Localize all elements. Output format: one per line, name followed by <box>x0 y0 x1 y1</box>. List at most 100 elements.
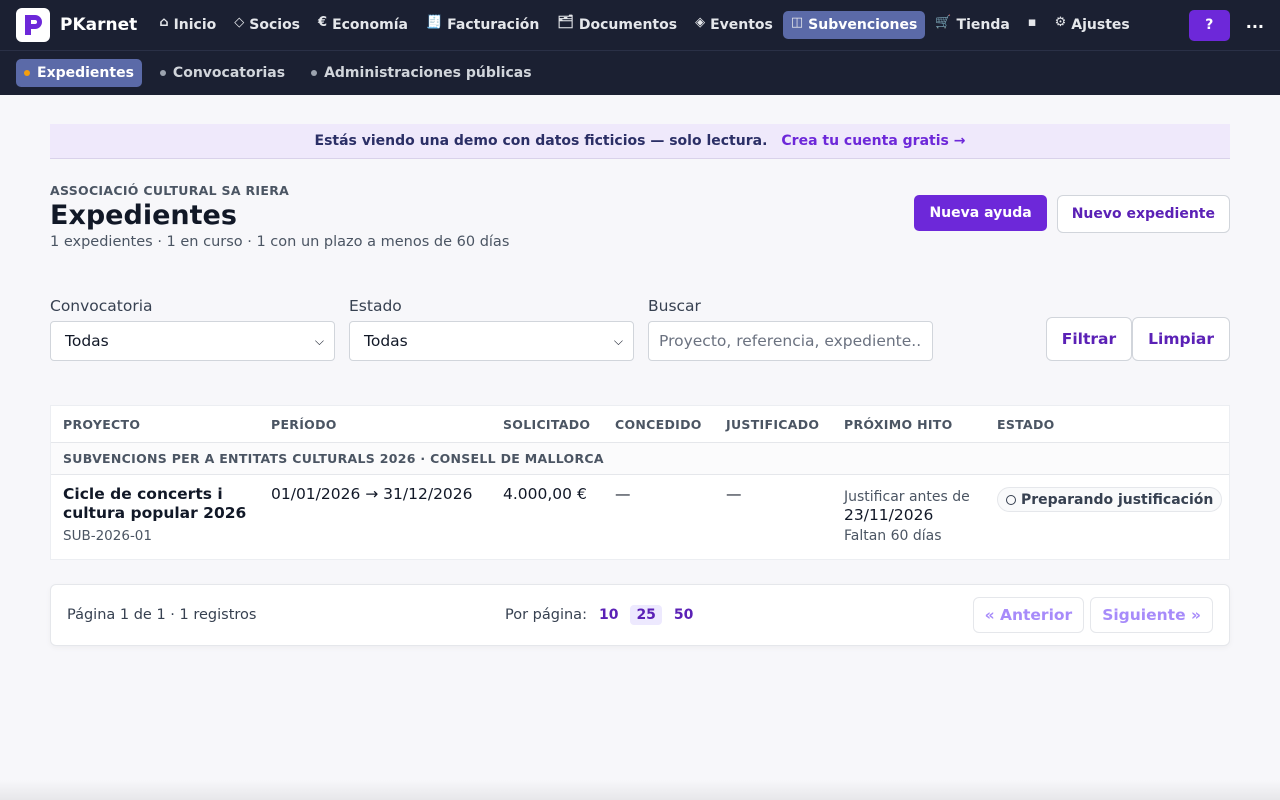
home-icon: ⌂ <box>159 14 169 30</box>
help-button[interactable]: ? <box>1188 9 1230 41</box>
nav-item-label: Ajustes <box>1071 17 1130 33</box>
top-navigation: PKarnet ⌂ Inicio ◇ Socios € Economía 🧾 Facturac… <box>0 0 1280 50</box>
column-header[interactable]: SOLICITADO <box>503 417 615 432</box>
more-button[interactable]: ... <box>1246 13 1264 38</box>
estado-value: Todas <box>364 332 408 350</box>
nav-item-label: Economía <box>332 17 408 33</box>
nav-item-tienda[interactable]: 🛒 Tienda <box>927 11 1017 39</box>
per-page-option[interactable]: 25 <box>630 605 662 625</box>
bullet-icon <box>24 70 30 76</box>
justified-cell: — <box>726 485 742 503</box>
per-page-option[interactable]: 10 <box>593 605 624 625</box>
status-text: Preparando justificación <box>1021 491 1214 508</box>
status-cell: Preparando justificación <box>997 485 1229 544</box>
buscar-label: Buscar <box>648 297 701 315</box>
create-account-link[interactable]: Crea tu cuenta gratis → <box>781 133 965 149</box>
per-page-option[interactable]: 50 <box>668 605 699 625</box>
milestone-label: Justificar antes de <box>844 489 970 505</box>
brand-name: PKarnet <box>60 15 138 35</box>
nav-item-ajustes[interactable]: ⚙ Ajustes <box>1047 11 1138 39</box>
column-header[interactable]: PROYECTO <box>51 417 271 432</box>
filters-bar: Convocatoria Todas ⌵ Estado Todas ⌵ Busc… <box>50 297 1230 361</box>
bullet-icon <box>159 70 166 76</box>
convocatoria-label: Convocatoria <box>50 297 153 315</box>
nav-item-label: Subvenciones <box>808 17 918 33</box>
column-header[interactable]: CONCEDIDO <box>615 417 726 432</box>
period-cell: 01/01/2026 → 31/12/2026 <box>271 485 473 503</box>
previous-page-button[interactable]: « Anterior <box>972 597 1085 633</box>
nav-item-facturación[interactable]: 🧾 Facturación <box>418 11 547 39</box>
milestone-remaining: Faltan 60 días <box>844 528 942 544</box>
folder-icon: 🗂 <box>557 14 574 30</box>
pagination-info: Página 1 de 1 · 1 registros <box>67 607 257 623</box>
main-content: Estás viendo una demo con datos ficticio… <box>0 95 1280 646</box>
nav-item-inicio[interactable]: ⌂ Inicio <box>151 11 224 39</box>
euro-icon: € <box>318 14 328 30</box>
chevron-down-icon: ⌵ <box>314 333 324 348</box>
nav-item-label: Documentos <box>578 17 678 33</box>
organization-name: ASSOCIACIÓ CULTURAL SA RIERA <box>50 183 290 198</box>
bullet-icon <box>311 70 318 76</box>
per-page-label: Por página: <box>505 607 587 623</box>
convocatoria-value: Todas <box>65 332 109 350</box>
nav-item-label: Facturación <box>447 17 540 33</box>
subnav-item-label: Convocatorias <box>172 65 286 81</box>
pkarnet-logo-icon <box>16 8 50 42</box>
nav-item-eventos[interactable]: ◈ Eventos <box>687 11 781 39</box>
chevron-down-icon: ⌵ <box>613 333 623 348</box>
milestone-cell: Justificar antes de 23/11/2026 Faltan 60… <box>844 485 997 544</box>
estado-label: Estado <box>349 297 402 315</box>
page-header: ASSOCIACIÓ CULTURAL SA RIERA Expedientes… <box>50 183 1230 250</box>
column-header[interactable]: PRÓXIMO HITO <box>844 417 997 432</box>
milestone-date: 23/11/2026 <box>844 506 934 524</box>
nav-item-economía[interactable]: € Economía <box>310 11 416 39</box>
diamond-icon: ◇ <box>234 14 245 30</box>
subnav-item-administraciones-públicas[interactable]: Administraciones públicas <box>303 59 539 87</box>
search-input[interactable] <box>648 321 933 361</box>
demo-banner: Estás viendo una demo con datos ficticio… <box>50 124 1230 159</box>
nav-item-documentos[interactable]: 🗂 Documentos <box>549 11 685 39</box>
circle-icon <box>1006 494 1016 505</box>
granted-cell: — <box>615 485 631 503</box>
files-table: PROYECTO PERÍODO SOLICITADO CONCEDIDO JU… <box>50 405 1230 560</box>
main-nav: ⌂ Inicio ◇ Socios € Economía 🧾 Facturación 🗂 Docu… <box>151 11 1183 39</box>
nav-item-label: Tienda <box>956 17 1010 33</box>
nav-item-label: Inicio <box>173 17 217 33</box>
cart-icon: 🛒 <box>935 14 952 30</box>
page-title: Expedientes <box>50 200 237 231</box>
new-file-button[interactable]: Nuevo expediente <box>1056 195 1230 233</box>
new-aid-button[interactable]: Nueva ayuda <box>914 195 1047 231</box>
clear-button[interactable]: Limpiar <box>1132 317 1230 361</box>
table-row[interactable]: Cicle de concerts i cultura popular 2026… <box>51 475 1229 559</box>
subnav-item-convocatorias[interactable]: Convocatorias <box>152 59 293 87</box>
subnav-item-expedientes[interactable]: Expedientes <box>16 59 142 87</box>
page-summary: 1 expedientes · 1 en curso · 1 con un pl… <box>50 234 510 250</box>
block-icon: ▪ <box>1027 14 1037 30</box>
project-name[interactable]: Cicle de concerts i cultura popular 2026 <box>63 485 271 523</box>
nav-item-blank[interactable]: ▪ <box>1020 12 1045 39</box>
demo-banner-text: Estás viendo una demo con datos ficticio… <box>314 133 768 149</box>
pagination: Página 1 de 1 · 1 registros Por página: … <box>50 584 1230 646</box>
estado-select[interactable]: Todas ⌵ <box>349 321 634 361</box>
column-header[interactable]: JUSTIFICADO <box>726 417 844 432</box>
event-icon: ◈ <box>695 14 706 30</box>
table-group-header: SUBVENCIONS PER A ENTITATS CULTURALS 202… <box>51 443 1229 475</box>
requested-cell: 4.000,00 € <box>503 485 587 503</box>
columns-icon: ◫ <box>790 14 804 30</box>
bottom-shadow <box>0 780 1280 800</box>
next-page-button[interactable]: Siguiente » <box>1090 597 1213 633</box>
column-header[interactable]: PERÍODO <box>271 417 503 432</box>
nav-item-socios[interactable]: ◇ Socios <box>226 11 308 39</box>
sub-navigation: Expedientes Convocatorias Administraciones… <box>0 50 1280 95</box>
filter-button[interactable]: Filtrar <box>1045 317 1133 361</box>
nav-item-subvenciones[interactable]: ◫ Subvenciones <box>782 11 926 39</box>
project-reference: SUB-2026-01 <box>63 528 152 544</box>
brand[interactable]: PKarnet <box>16 8 137 42</box>
convocatoria-select[interactable]: Todas ⌵ <box>50 321 335 361</box>
gear-icon: ⚙ <box>1054 14 1067 30</box>
column-header[interactable]: ESTADO <box>997 417 1229 432</box>
table-header: PROYECTO PERÍODO SOLICITADO CONCEDIDO JU… <box>51 406 1229 443</box>
nav-item-label: Socios <box>249 17 301 33</box>
status-badge: Preparando justificación <box>997 487 1223 512</box>
subnav-item-label: Expedientes <box>37 65 134 81</box>
